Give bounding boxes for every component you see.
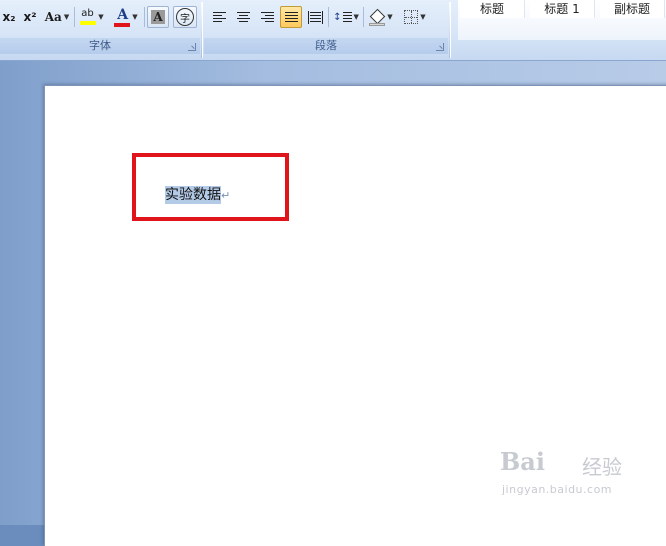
change-case-icon: Aa	[44, 10, 62, 24]
chevron-down-icon: ▼	[353, 13, 359, 21]
border-grid-icon	[404, 10, 419, 24]
chevron-down-icon: ▼	[420, 13, 426, 21]
watermark: Bai 经验 jingyan.baidu.com	[500, 445, 630, 505]
divider	[363, 7, 364, 27]
watermark-brand-jingyan: 经验	[582, 455, 622, 479]
divider	[74, 7, 75, 27]
align-center-button[interactable]	[232, 6, 254, 28]
enclose-characters-icon: 字	[176, 8, 194, 26]
font-color-button[interactable]: A ▼	[110, 6, 142, 28]
divider	[328, 7, 329, 27]
styles-gallery: 标题 标题 1 副标题	[458, 0, 666, 40]
text-highlight-button[interactable]: ab ▼	[77, 6, 107, 28]
superscript-icon: x²	[23, 10, 37, 24]
font-group: x₂ x² Aa ▼ ab ▼ A ▼ A 字 字体	[0, 0, 200, 58]
subscript-button[interactable]: x₂	[0, 6, 18, 28]
chevron-down-icon: ▼	[63, 13, 70, 21]
paragraph-mark-icon: ↵	[221, 189, 231, 202]
selected-text[interactable]: 实验数据	[165, 186, 221, 204]
group-separator	[201, 2, 202, 58]
font-group-label: 字体	[0, 38, 200, 54]
font-color-icon: A	[114, 7, 131, 27]
divider	[144, 7, 145, 27]
line-spacing-icon: ↕	[333, 12, 352, 23]
styles-group: 标题 标题 1 副标题	[452, 0, 666, 58]
style-title[interactable]: 标题	[460, 0, 525, 18]
superscript-button[interactable]: x²	[20, 6, 40, 28]
borders-button[interactable]: ▼	[400, 6, 430, 28]
align-left-icon	[212, 12, 226, 22]
change-case-button[interactable]: Aa ▼	[42, 6, 72, 28]
paragraph-group: ↕ ▼ ▼ ▼ 段落	[204, 0, 448, 58]
align-center-icon	[236, 12, 250, 22]
align-right-icon	[260, 12, 274, 22]
font-dialog-launcher-icon[interactable]	[188, 43, 196, 51]
style-subtitle[interactable]: 副标题	[600, 0, 665, 18]
watermark-brand: Bai	[500, 447, 545, 476]
align-right-button[interactable]	[256, 6, 278, 28]
group-separator	[449, 2, 450, 58]
watermark-url: jingyan.baidu.com	[502, 483, 613, 496]
align-left-button[interactable]	[208, 6, 230, 28]
distributed-align-button[interactable]	[304, 6, 326, 28]
justify-icon	[284, 12, 298, 22]
line-spacing-button[interactable]: ↕ ▼	[331, 6, 361, 28]
chevron-down-icon: ▼	[387, 13, 393, 21]
paint-bucket-icon	[369, 8, 386, 26]
chevron-down-icon: ▼	[132, 13, 138, 21]
enclose-characters-button[interactable]: 字	[173, 6, 197, 28]
subscript-icon: x₂	[2, 10, 16, 24]
ribbon: x₂ x² Aa ▼ ab ▼ A ▼ A 字 字体 ↕ ▼ ▼ ▼ 段落 标题…	[0, 0, 666, 61]
character-shading-button[interactable]: A	[147, 6, 169, 28]
paragraph-group-label: 段落	[204, 38, 448, 54]
shading-button[interactable]: ▼	[366, 6, 396, 28]
justify-button[interactable]	[280, 6, 302, 28]
style-heading-1[interactable]: 标题 1	[530, 0, 595, 18]
highlighter-icon: ab	[80, 8, 97, 26]
document-paragraph[interactable]: 实验数据↵	[165, 184, 230, 204]
chevron-down-icon: ▼	[98, 13, 104, 21]
character-shading-icon: A	[151, 10, 165, 24]
paragraph-dialog-launcher-icon[interactable]	[436, 43, 444, 51]
distributed-align-icon	[307, 10, 323, 24]
